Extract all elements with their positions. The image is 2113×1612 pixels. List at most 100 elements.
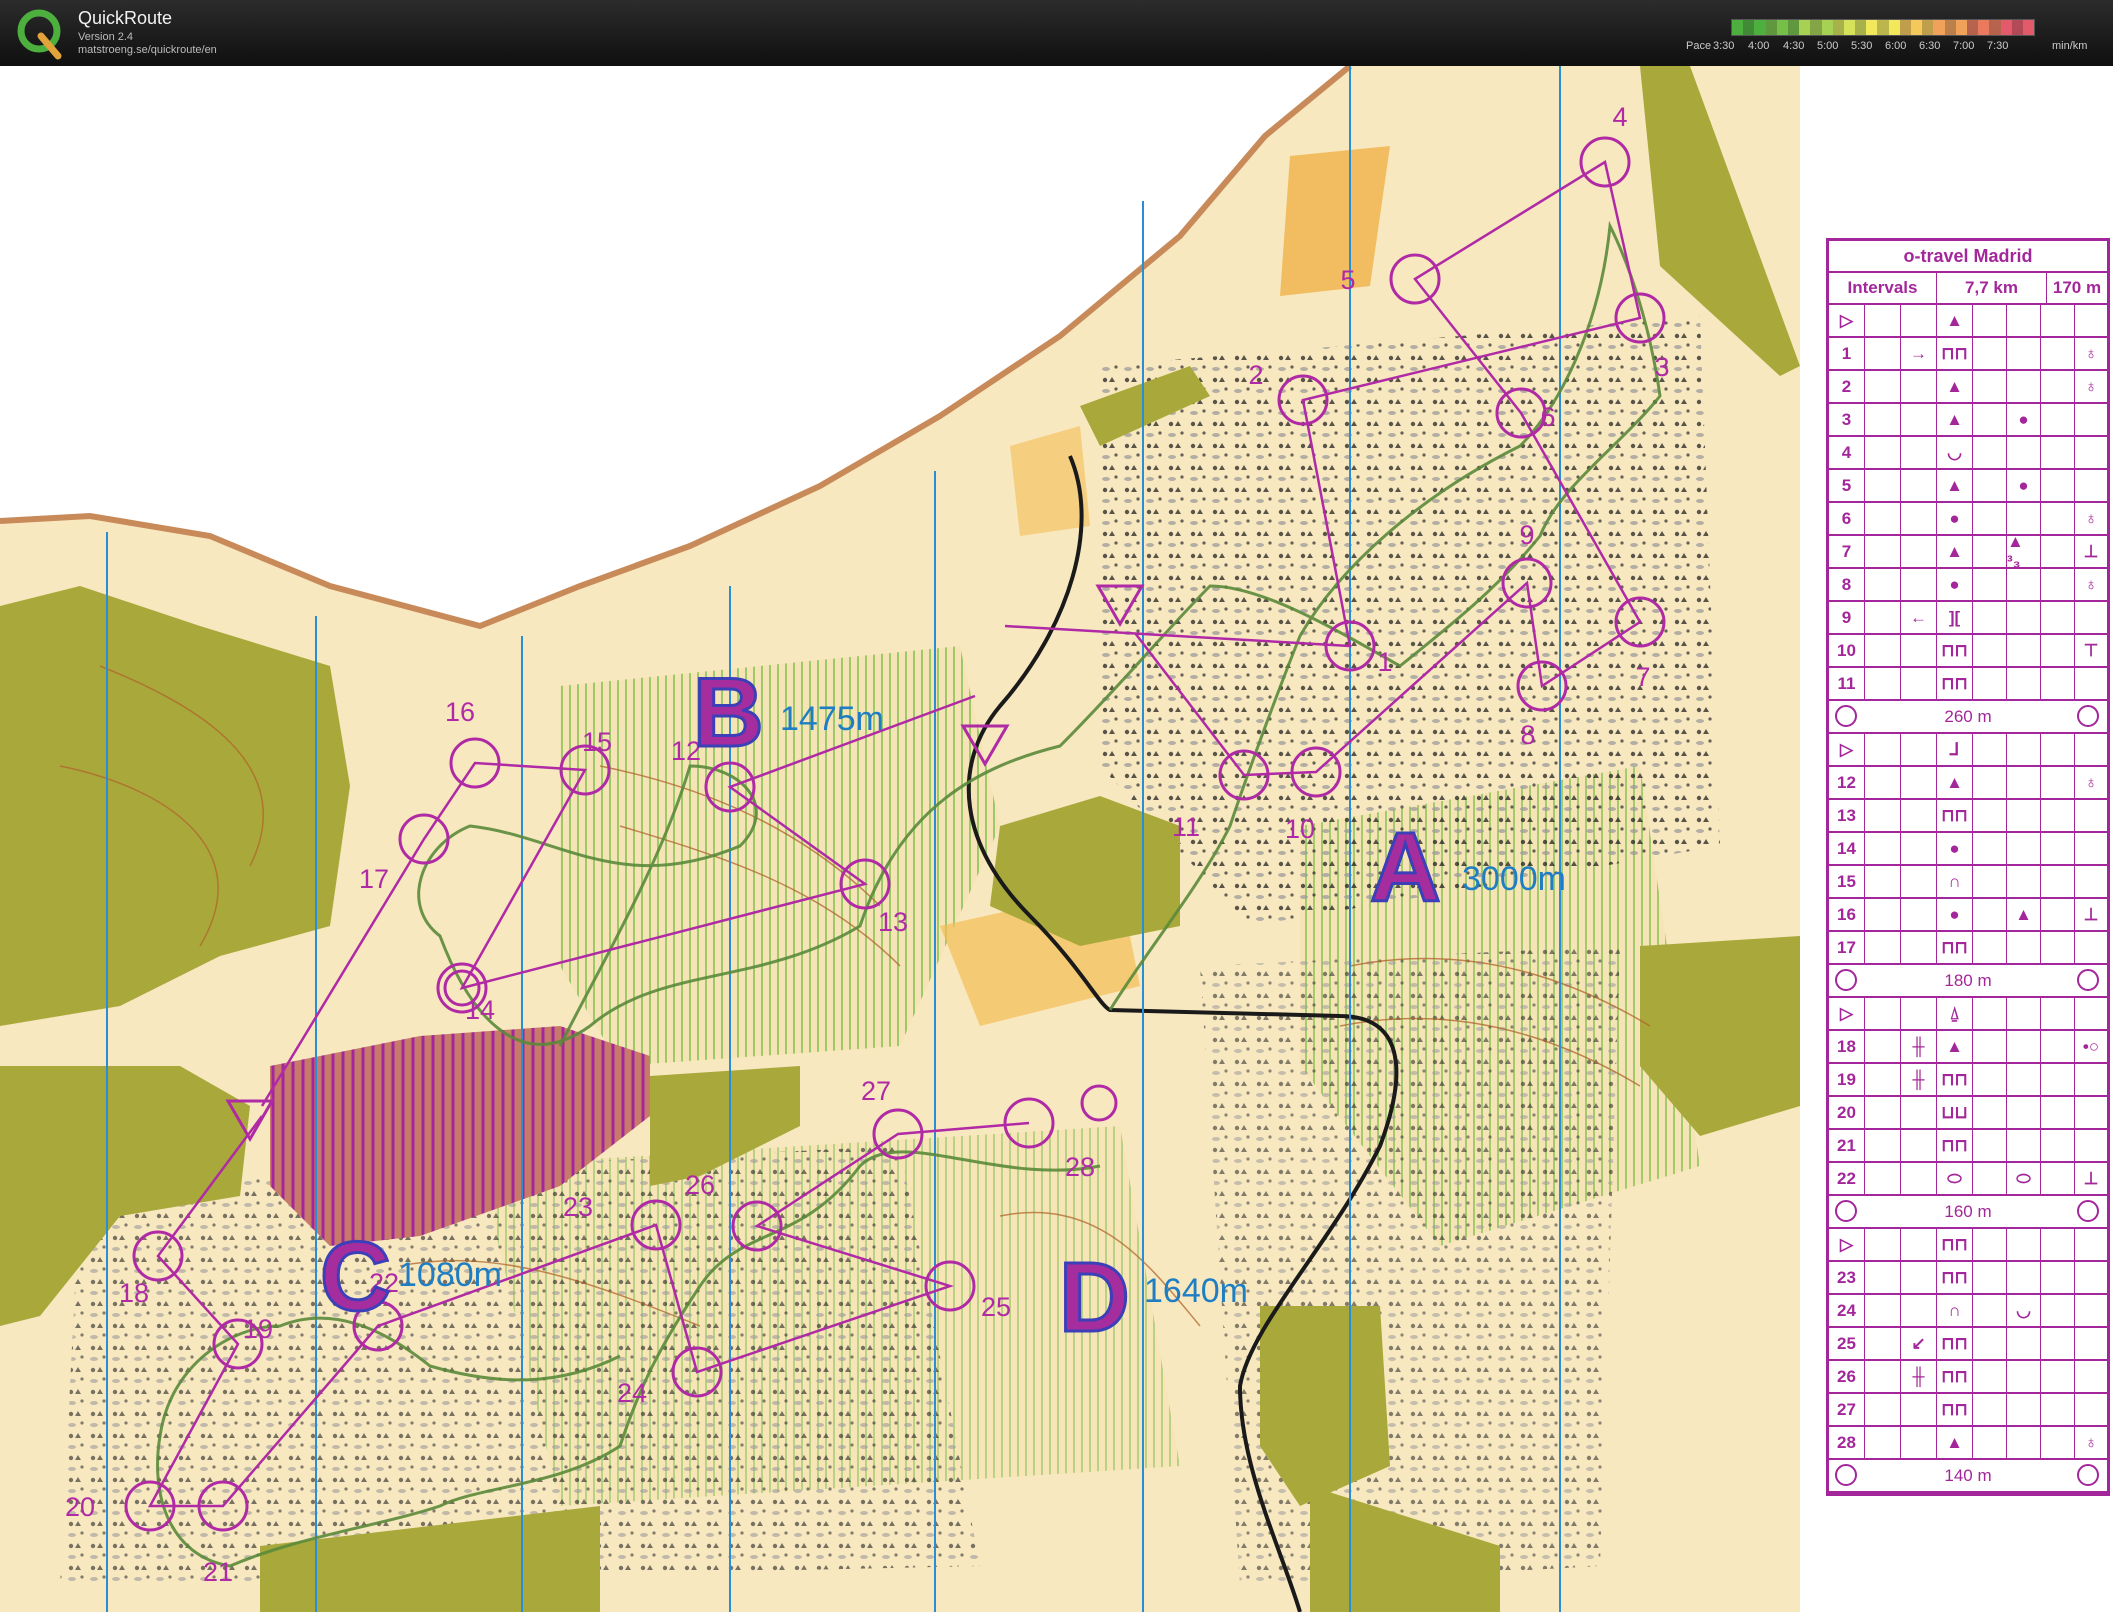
desc-col-c bbox=[1901, 635, 1937, 666]
desc-col-b bbox=[1865, 569, 1901, 600]
pace-scale-segment bbox=[1899, 20, 1911, 35]
desc-col-f bbox=[2041, 1097, 2075, 1128]
control-15[interactable]: 15 bbox=[559, 727, 612, 796]
pace-scale-segment bbox=[2022, 20, 2035, 35]
control-9[interactable]: 9 bbox=[1501, 520, 1553, 609]
desc-col-b bbox=[1865, 932, 1901, 963]
desc-col-g bbox=[2007, 305, 2041, 336]
desc-col-h bbox=[2075, 1295, 2107, 1326]
desc-col-c: ╫ bbox=[1901, 1031, 1937, 1062]
control-28[interactable]: 28 bbox=[1003, 1097, 1095, 1182]
pace-scale-segment bbox=[1866, 20, 1878, 35]
desc-col-c bbox=[1901, 569, 1937, 600]
pace-scale-segment bbox=[1978, 20, 1990, 35]
control-7[interactable]: 7 bbox=[1614, 596, 1666, 692]
control-description-row: 27 ⊓⊓ bbox=[1829, 1394, 2107, 1427]
control-number: 6 bbox=[1540, 402, 1555, 432]
desc-col-g bbox=[2007, 569, 2041, 600]
desc-col-h: ♁ bbox=[2084, 508, 2098, 528]
control-10[interactable]: 10 bbox=[1285, 746, 1342, 844]
control-17[interactable]: 17 bbox=[359, 813, 450, 894]
finish-marker-icon bbox=[1835, 705, 1857, 727]
desc-col-b bbox=[1865, 1295, 1901, 1326]
control-26[interactable]: 26 bbox=[685, 1170, 783, 1252]
control-code: 4 bbox=[1829, 437, 1865, 468]
control-2[interactable]: 2 bbox=[1248, 360, 1329, 426]
desc-col-g bbox=[2007, 1361, 2041, 1392]
control-description-row: 13 ⊓⊓ bbox=[1829, 800, 2107, 833]
control-number: 2 bbox=[1248, 360, 1263, 390]
desc-col-d: ⊔⊔ bbox=[1937, 1097, 1973, 1128]
desc-col-c bbox=[1901, 734, 1937, 765]
control-description-row: 10 ⊓⊓ ⊤ bbox=[1829, 635, 2107, 668]
control-19[interactable]: 19 bbox=[212, 1314, 273, 1370]
control-24[interactable]: 24 bbox=[617, 1346, 723, 1408]
control-code: 14 bbox=[1829, 833, 1865, 864]
desc-col-e bbox=[1973, 1064, 2007, 1095]
desc-col-c bbox=[1901, 371, 1937, 402]
control-25[interactable]: 25 bbox=[924, 1260, 1011, 1322]
control-11[interactable]: 11 bbox=[1172, 749, 1270, 842]
desc-col-b bbox=[1865, 1064, 1901, 1095]
control-6[interactable]: 6 bbox=[1495, 387, 1556, 439]
desc-col-h: ⊥ bbox=[2083, 1168, 2099, 1188]
pace-scale-labels: Pace 3:30 4:00 4:30 5:00 5:30 6:00 6:30 … bbox=[1686, 40, 2026, 54]
leg-letter-d: D bbox=[1059, 1242, 1130, 1352]
desc-col-h: •○ bbox=[2082, 1036, 2100, 1056]
desc-col-e bbox=[1973, 602, 2007, 633]
control-5[interactable]: 5 bbox=[1340, 253, 1441, 305]
pace-scale-segment bbox=[1944, 20, 1956, 35]
pace-scale-segment bbox=[1843, 20, 1856, 35]
desc-col-f bbox=[2041, 668, 2075, 699]
desc-col-b bbox=[1865, 437, 1901, 468]
control-27[interactable]: 27 bbox=[861, 1076, 924, 1160]
desc-col-g bbox=[2007, 833, 2041, 864]
orienteering-map[interactable]: 1 2 3 4 5 6 7 8 9 10 11 12 13 14 15 16 17 18 19 20 21 22 23 24 2… bbox=[0, 66, 2113, 1612]
desc-col-f bbox=[2041, 404, 2075, 435]
desc-col-d: ▲ bbox=[1937, 1031, 1973, 1062]
desc-col-f bbox=[2041, 1163, 2075, 1194]
desc-col-c bbox=[1901, 437, 1937, 468]
control-number: 21 bbox=[203, 1557, 233, 1587]
desc-col-g bbox=[2007, 800, 2041, 831]
desc-col-g: ● bbox=[2007, 470, 2041, 501]
desc-col-d: ⊓⊓ bbox=[1937, 1394, 1973, 1425]
desc-col-h bbox=[2075, 1229, 2107, 1260]
desc-col-b bbox=[1865, 503, 1901, 534]
control-description-row: 8 ● ♁ bbox=[1829, 569, 2107, 602]
desc-col-e bbox=[1973, 536, 2007, 567]
control-18[interactable]: 18 bbox=[119, 1230, 184, 1308]
desc-col-b bbox=[1865, 1427, 1901, 1458]
desc-col-h: ⊥ bbox=[2083, 541, 2099, 561]
pace-label: 5:00 bbox=[1817, 40, 1839, 52]
control-23[interactable]: 23 bbox=[563, 1192, 682, 1251]
control-number: 14 bbox=[465, 995, 495, 1025]
event-name: o-travel Madrid bbox=[1903, 245, 2033, 266]
control-21[interactable]: 21 bbox=[197, 1480, 249, 1587]
finish-marker-icon bbox=[1835, 1464, 1857, 1486]
desc-col-e bbox=[1973, 998, 2007, 1029]
desc-col-f bbox=[2041, 470, 2075, 501]
desc-col-c bbox=[1901, 536, 1937, 567]
control-13[interactable]: 13 bbox=[839, 858, 908, 937]
desc-col-b bbox=[1865, 1361, 1901, 1392]
desc-col-e bbox=[1973, 833, 2007, 864]
control-16[interactable]: 16 bbox=[445, 697, 501, 789]
control-1[interactable]: 1 bbox=[1324, 620, 1393, 677]
control-code: 10 bbox=[1829, 635, 1865, 666]
control-number: 19 bbox=[243, 1314, 273, 1344]
control-description-row: 4 ◡ bbox=[1829, 437, 2107, 470]
desc-col-b bbox=[1865, 767, 1901, 798]
desc-col-f bbox=[2041, 1031, 2075, 1062]
desc-col-f bbox=[2041, 569, 2075, 600]
desc-col-b bbox=[1865, 338, 1901, 369]
leg-distance: 1475m bbox=[780, 700, 884, 738]
desc-col-d: ▲ bbox=[1937, 404, 1973, 435]
desc-col-f bbox=[2041, 338, 2075, 369]
pace-scale-segment bbox=[1776, 20, 1788, 35]
control-number: 24 bbox=[617, 1378, 647, 1408]
pace-scale-segment bbox=[1732, 20, 1744, 35]
control-description-row: 7 ▲ ▲ ³₃ ⊥ bbox=[1829, 536, 2107, 569]
control-3[interactable]: 3 bbox=[1614, 292, 1670, 382]
pace-scale-segment bbox=[1911, 20, 1923, 35]
